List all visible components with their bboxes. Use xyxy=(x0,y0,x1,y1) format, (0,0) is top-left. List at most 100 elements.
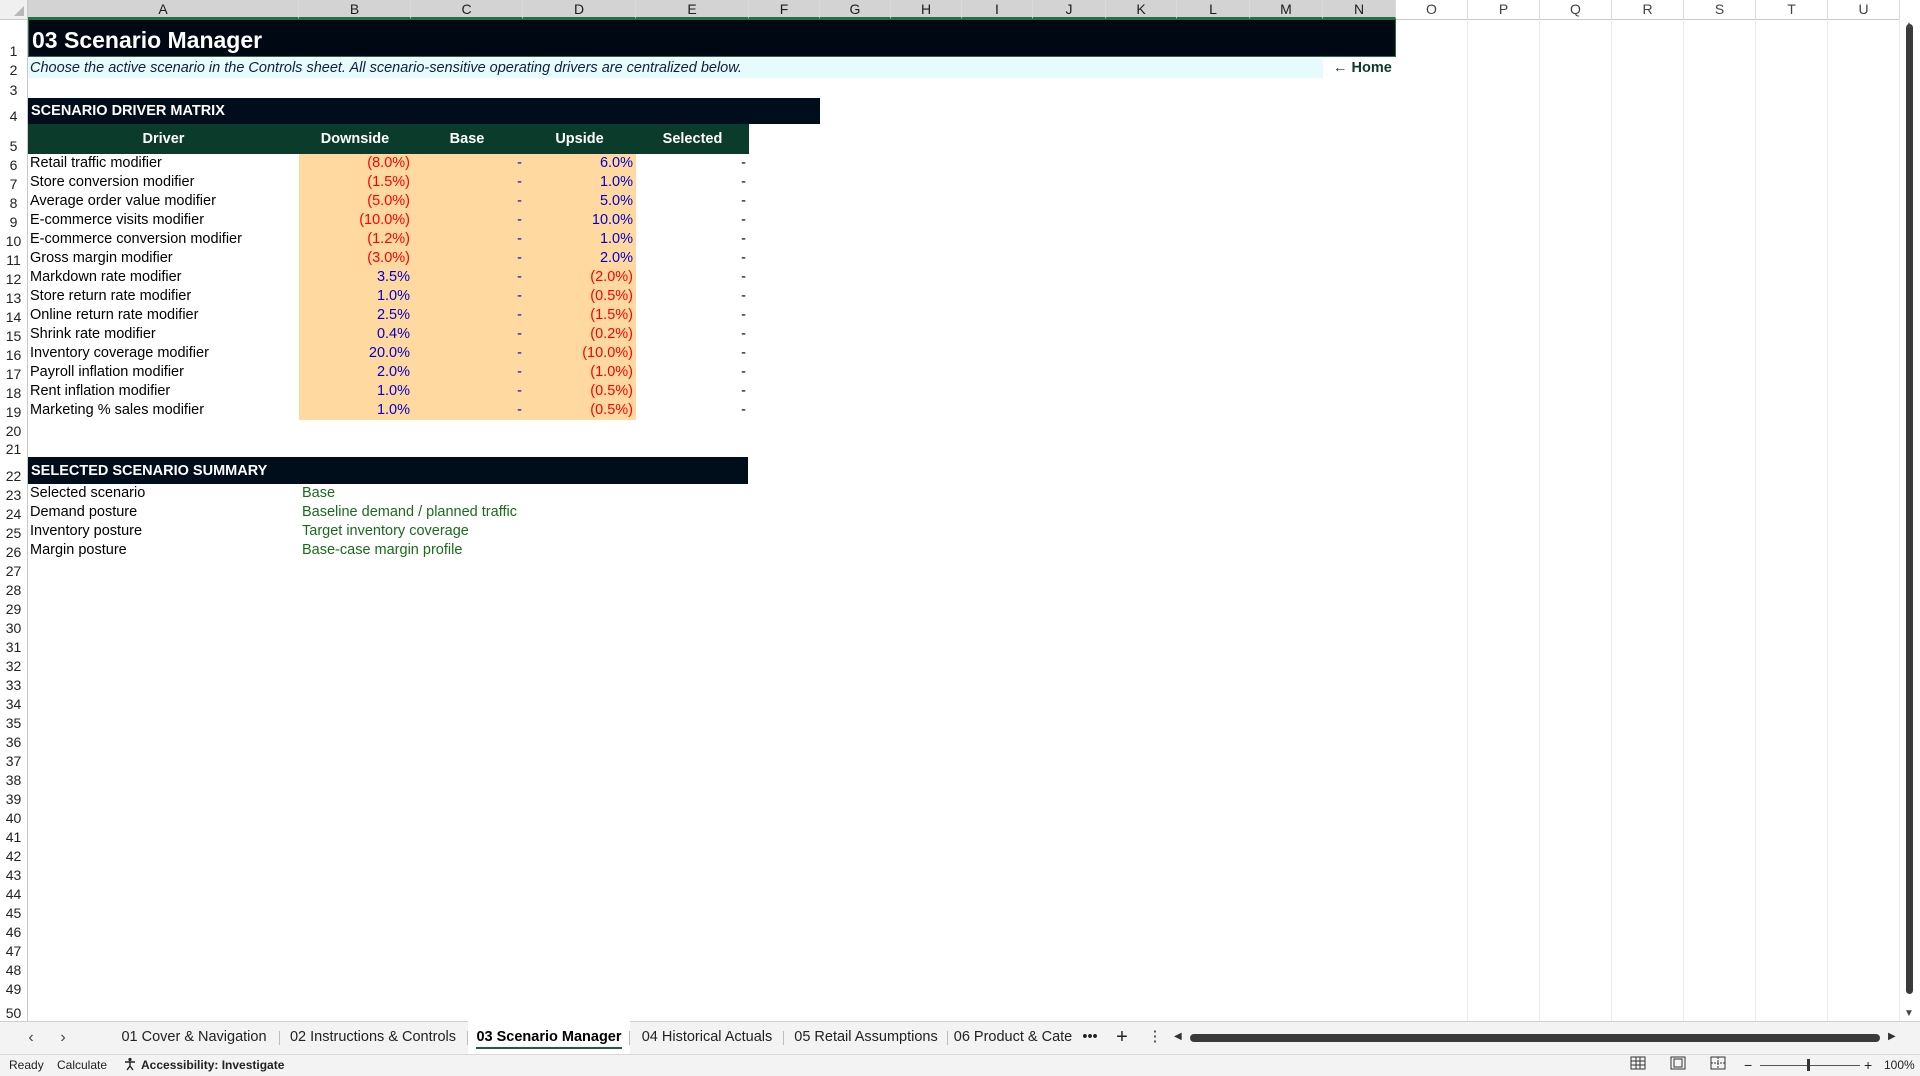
base-cell[interactable]: - xyxy=(411,154,522,173)
zoom-in-icon[interactable]: + xyxy=(1864,1056,1872,1074)
downside-cell[interactable]: (1.2%) xyxy=(299,230,410,249)
row-header-35[interactable]: 35 xyxy=(0,712,28,731)
row-header-29[interactable]: 29 xyxy=(0,598,28,617)
driver-name-cell[interactable]: Online return rate modifier xyxy=(30,306,298,325)
row-header-17[interactable]: 17 xyxy=(0,363,28,382)
calculate-button[interactable]: Calculate xyxy=(57,1056,107,1074)
column-header-a[interactable]: A xyxy=(28,0,299,19)
row-header-33[interactable]: 33 xyxy=(0,674,28,693)
tab-scroll-left-icon[interactable]: ‹ xyxy=(18,1021,44,1054)
row-header-44[interactable]: 44 xyxy=(0,883,28,902)
summary-value[interactable]: Baseline demand / planned traffic xyxy=(302,503,517,522)
selected-cell[interactable]: - xyxy=(636,211,746,230)
summary-value[interactable]: Base xyxy=(302,484,335,503)
row-header-7[interactable]: 7 xyxy=(0,173,28,192)
upside-cell[interactable]: 10.0% xyxy=(523,211,633,230)
column-header-t[interactable]: T xyxy=(1756,0,1828,19)
driver-name-cell[interactable]: Inventory coverage modifier xyxy=(30,344,298,363)
upside-cell[interactable]: (1.0%) xyxy=(523,363,633,382)
zoom-slider-thumb[interactable] xyxy=(1807,1059,1810,1071)
row-header-28[interactable]: 28 xyxy=(0,579,28,598)
base-cell[interactable]: - xyxy=(411,211,522,230)
driver-name-cell[interactable]: Retail traffic modifier xyxy=(30,154,298,173)
row-header-18[interactable]: 18 xyxy=(0,382,28,401)
row-header-39[interactable]: 39 xyxy=(0,788,28,807)
row-header-47[interactable]: 47 xyxy=(0,940,28,959)
horizontal-scroll-thumb[interactable] xyxy=(1190,1034,1880,1042)
column-header-s[interactable]: S xyxy=(1684,0,1756,19)
downside-cell[interactable]: 20.0% xyxy=(299,344,410,363)
selected-cell[interactable]: - xyxy=(636,154,746,173)
base-cell[interactable]: - xyxy=(411,363,522,382)
selected-cell[interactable]: - xyxy=(636,268,746,287)
column-header-n[interactable]: N xyxy=(1323,0,1396,19)
summary-value[interactable]: Base-case margin profile xyxy=(302,541,462,560)
base-cell[interactable]: - xyxy=(411,192,522,211)
column-header-o[interactable]: O xyxy=(1396,0,1468,19)
tab-options-icon[interactable]: ⋮ xyxy=(1145,1021,1165,1054)
driver-name-cell[interactable]: Store return rate modifier xyxy=(30,287,298,306)
column-header-l[interactable]: L xyxy=(1177,0,1250,19)
driver-name-cell[interactable]: Store conversion modifier xyxy=(30,173,298,192)
row-header-14[interactable]: 14 xyxy=(0,306,28,325)
zoom-slider-track[interactable] xyxy=(1760,1065,1860,1066)
downside-cell[interactable]: 0.4% xyxy=(299,325,410,344)
hscroll-left-icon[interactable]: ◀ xyxy=(1174,1031,1182,1042)
page-break-preview-icon[interactable] xyxy=(1710,1056,1726,1075)
upside-cell[interactable]: (1.5%) xyxy=(523,306,633,325)
vertical-scroll-thumb[interactable] xyxy=(1906,24,1913,994)
summary-label[interactable]: Demand posture xyxy=(30,503,137,522)
downside-cell[interactable]: (1.5%) xyxy=(299,173,410,192)
column-header-b[interactable]: B xyxy=(299,0,411,19)
downside-cell[interactable]: 1.0% xyxy=(299,287,410,306)
header-downside[interactable]: Downside xyxy=(299,124,411,154)
selected-cell[interactable]: - xyxy=(636,306,746,325)
row-header-9[interactable]: 9 xyxy=(0,211,28,230)
accessibility-status[interactable]: Accessibility: Investigate xyxy=(141,1056,284,1074)
selected-cell[interactable]: - xyxy=(636,173,746,192)
sheet-tab-3[interactable]: 03 Scenario Manager xyxy=(468,1021,630,1054)
row-header-11[interactable]: 11 xyxy=(0,249,28,268)
column-header-g[interactable]: G xyxy=(820,0,891,19)
scroll-up-icon[interactable]: ▲ xyxy=(1904,20,1914,31)
sheet-tab-2[interactable]: 02 Instructions & Controls xyxy=(278,1021,468,1054)
base-cell[interactable]: - xyxy=(411,268,522,287)
driver-name-cell[interactable]: Markdown rate modifier xyxy=(30,268,298,287)
selected-cell[interactable]: - xyxy=(636,363,746,382)
column-header-i[interactable]: I xyxy=(962,0,1033,19)
row-header-12[interactable]: 12 xyxy=(0,268,28,287)
column-header-r[interactable]: R xyxy=(1612,0,1684,19)
row-header-34[interactable]: 34 xyxy=(0,693,28,712)
base-cell[interactable]: - xyxy=(411,325,522,344)
upside-cell[interactable]: (10.0%) xyxy=(523,344,633,363)
base-cell[interactable]: - xyxy=(411,230,522,249)
row-header-16[interactable]: 16 xyxy=(0,344,28,363)
selected-cell[interactable]: - xyxy=(636,192,746,211)
row-header-48[interactable]: 48 xyxy=(0,959,28,978)
row-header-40[interactable]: 40 xyxy=(0,807,28,826)
row-header-2[interactable]: 2 xyxy=(0,59,28,78)
driver-name-cell[interactable]: Gross margin modifier xyxy=(30,249,298,268)
base-cell[interactable]: - xyxy=(411,287,522,306)
row-header-5[interactable]: 5 xyxy=(0,124,28,154)
row-header-42[interactable]: 42 xyxy=(0,845,28,864)
selected-cell[interactable]: - xyxy=(636,287,746,306)
upside-cell[interactable]: 6.0% xyxy=(523,154,633,173)
column-header-f[interactable]: F xyxy=(749,0,820,19)
base-cell[interactable]: - xyxy=(411,401,522,420)
driver-name-cell[interactable]: E-commerce conversion modifier xyxy=(30,230,298,249)
column-header-m[interactable]: M xyxy=(1250,0,1323,19)
row-header-41[interactable]: 41 xyxy=(0,826,28,845)
column-header-k[interactable]: K xyxy=(1106,0,1177,19)
base-cell[interactable]: - xyxy=(411,249,522,268)
row-header-32[interactable]: 32 xyxy=(0,655,28,674)
downside-cell[interactable]: 1.0% xyxy=(299,401,410,420)
row-header-37[interactable]: 37 xyxy=(0,750,28,769)
page-layout-icon[interactable] xyxy=(1670,1056,1686,1075)
home-link[interactable]: ← Home xyxy=(1333,59,1392,78)
upside-cell[interactable]: 1.0% xyxy=(523,230,633,249)
column-header-h[interactable]: H xyxy=(891,0,962,19)
driver-name-cell[interactable]: Marketing % sales modifier xyxy=(30,401,298,420)
row-header-4[interactable]: 4 xyxy=(0,98,28,124)
summary-label[interactable]: Inventory posture xyxy=(30,522,142,541)
